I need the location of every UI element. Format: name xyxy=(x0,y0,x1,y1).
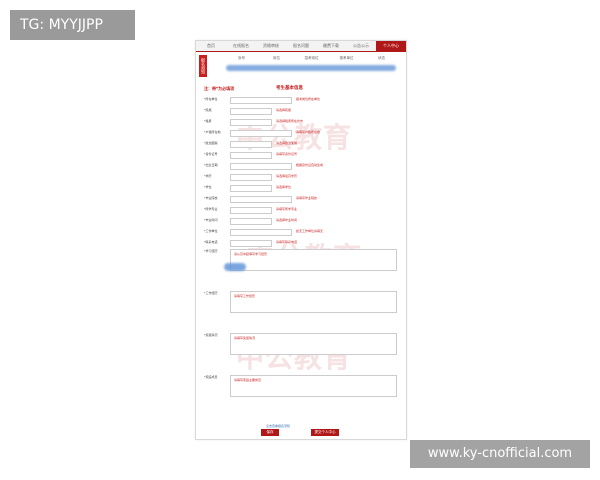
field-label: *学位 xyxy=(204,185,212,189)
field-input[interactable] xyxy=(230,207,272,214)
field-input[interactable] xyxy=(230,152,272,159)
field-label: *毕业时间 xyxy=(204,218,218,222)
field-input[interactable] xyxy=(230,218,272,225)
field-label: *学历 xyxy=(204,174,212,178)
field-input[interactable] xyxy=(230,229,292,236)
field-tip: 请选择学位 xyxy=(276,185,292,189)
textarea-label: *奖惩情况 xyxy=(204,333,218,337)
field-input[interactable] xyxy=(230,119,272,126)
field-input[interactable] xyxy=(230,240,272,247)
top-nav: 首页 在线报名 资格审核 报名问题 缴费下载 公告公示 个人中心 xyxy=(196,41,406,52)
textarea-tip: 请填写奖惩情况 xyxy=(234,336,256,340)
th-index: 序号 xyxy=(238,56,245,60)
field-tip: 请选择籍贯所在省市 xyxy=(276,119,304,123)
side-tab[interactable]: 报名须知 xyxy=(199,55,207,77)
field-tip: 报考岗位所在单位 xyxy=(296,97,321,101)
th-unit: 报考单位 xyxy=(339,56,354,60)
blurred-field xyxy=(224,263,246,271)
table-header: 序号 岗位 招考岗位 报考单位 状态 xyxy=(224,56,399,63)
field-label: *毕业院校 xyxy=(204,196,218,200)
blurred-row xyxy=(226,65,396,71)
field-tip: 请选择民族 xyxy=(276,108,292,112)
field-input[interactable] xyxy=(230,163,292,170)
site-watermark: www.ky-cnofficial.com xyxy=(410,440,590,468)
field-input[interactable] xyxy=(230,97,292,104)
field-tip: 请填写身份证号 xyxy=(276,152,298,156)
field-label: *联系电话 xyxy=(204,240,218,244)
textarea-label: *工作经历 xyxy=(204,291,218,295)
field-tip: 请填写户籍所在地 xyxy=(296,130,321,134)
field-tip: 请填写联系电话 xyxy=(276,240,298,244)
form-title: 考生基本信息 xyxy=(276,86,303,91)
textarea-tip: 请填写工作经历 xyxy=(234,294,256,298)
field-label: *所学专业 xyxy=(204,207,218,211)
field-input[interactable] xyxy=(230,130,292,137)
field-label: *籍贯 xyxy=(204,119,212,123)
th-status: 状态 xyxy=(378,56,385,60)
nav-review[interactable]: 资格审核 xyxy=(256,41,286,51)
field-tip: 请填写毕业院校 xyxy=(296,196,318,200)
save-button[interactable]: 保存 xyxy=(261,429,279,436)
field-label: *身份证号 xyxy=(204,152,218,156)
nav-payment[interactable]: 缴费下载 xyxy=(316,41,346,51)
th-post: 岗位 xyxy=(273,56,280,60)
field-label: *工作单位 xyxy=(204,229,218,233)
field-label: *所在单位 xyxy=(204,97,218,101)
tg-tag: TG: MYYJJPP xyxy=(10,10,135,40)
field-input[interactable] xyxy=(230,108,272,115)
screenshot-frame: 首页 在线报名 资格审核 报名问题 缴费下载 公告公示 个人中心 报名须知 序号… xyxy=(195,40,407,440)
textarea-tip: 请填写家庭主要成员 xyxy=(234,378,262,382)
field-label: *户籍所在地 xyxy=(204,130,221,134)
nav-home[interactable]: 首页 xyxy=(196,41,226,51)
th-target: 招考岗位 xyxy=(304,56,319,60)
field-label: *民族 xyxy=(204,108,212,112)
field-label: *政治面貌 xyxy=(204,141,218,145)
textarea-tip: 请从高中起填写学习经历 xyxy=(234,252,268,256)
nav-faq[interactable]: 报名问题 xyxy=(286,41,316,51)
textarea-label: *学习经历 xyxy=(204,249,218,253)
field-tip: 请选择最高学历 xyxy=(276,174,298,178)
nav-announce[interactable]: 公告公示 xyxy=(346,41,376,51)
field-tip: 请选择毕业时间 xyxy=(276,218,298,222)
field-tip: 如无工作单位请填无 xyxy=(296,229,324,233)
textarea-label: *家庭成员 xyxy=(204,375,218,379)
nav-personal[interactable]: 个人中心 xyxy=(376,41,406,51)
textarea-input[interactable] xyxy=(230,333,397,355)
field-tip: 根据身份证自动生成 xyxy=(296,163,324,167)
submit-button[interactable]: 提交个人中心 xyxy=(311,429,339,436)
field-tip: 请选择政治面貌 xyxy=(276,141,298,145)
field-tip: 请填写所学专业 xyxy=(276,207,298,211)
footer-link[interactable]: 点击查看报名须知 xyxy=(266,424,290,428)
required-note: 注：带*为必填项 xyxy=(204,86,235,91)
field-input[interactable] xyxy=(230,185,272,192)
nav-register[interactable]: 在线报名 xyxy=(226,41,256,51)
field-input[interactable] xyxy=(230,141,272,148)
field-label: *出生日期 xyxy=(204,163,218,167)
field-input[interactable] xyxy=(230,174,272,181)
textarea-input[interactable] xyxy=(230,291,397,313)
field-input[interactable] xyxy=(230,196,292,203)
